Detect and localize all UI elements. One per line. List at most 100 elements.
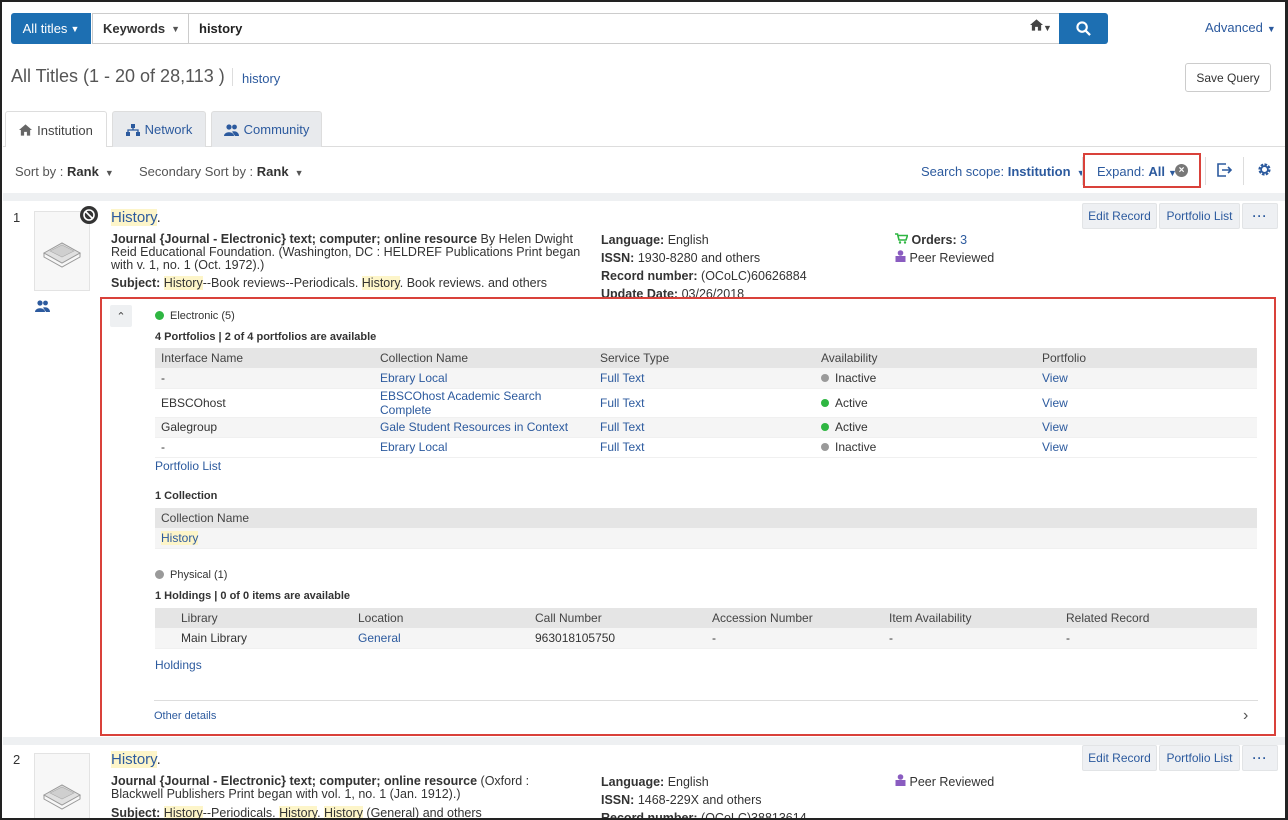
tab-network[interactable]: Network bbox=[112, 111, 206, 147]
edit-record-button[interactable]: Edit Record bbox=[1082, 745, 1157, 771]
journal-icon bbox=[42, 784, 82, 810]
record-thumbnail[interactable] bbox=[34, 211, 90, 291]
record-orders: Orders: 3 Peer Reviewed bbox=[895, 231, 994, 267]
separator-band bbox=[3, 193, 1285, 201]
service-link[interactable]: Full Text bbox=[600, 371, 644, 385]
expand-select[interactable]: Expand: All ▼ bbox=[1097, 164, 1177, 179]
advanced-search-link[interactable]: Advanced ▼ bbox=[1205, 20, 1276, 35]
sort-select[interactable]: Sort by : Rank ▼ bbox=[15, 164, 114, 179]
collection-link[interactable]: History bbox=[161, 530, 199, 545]
home-icon bbox=[1030, 19, 1043, 31]
view-link[interactable]: View bbox=[1042, 396, 1068, 410]
divider bbox=[232, 68, 233, 86]
caret-down-icon: ▼ bbox=[294, 168, 304, 178]
community-icon[interactable] bbox=[35, 300, 50, 315]
record-number: 2 bbox=[13, 752, 21, 767]
tab-community[interactable]: Community bbox=[211, 111, 322, 147]
record-subject: Subject: History--Book reviews--Periodic… bbox=[111, 276, 548, 290]
status-dot bbox=[821, 398, 829, 407]
status-dot bbox=[821, 373, 829, 382]
export-icon[interactable] bbox=[1217, 163, 1233, 180]
service-link[interactable]: Full Text bbox=[600, 396, 644, 410]
portfolios-table: Interface Name Collection Name Service T… bbox=[155, 348, 1257, 458]
tab-institution[interactable]: Institution bbox=[5, 111, 107, 148]
portfolio-list-link[interactable]: Portfolio List bbox=[155, 459, 221, 473]
chevron-right-icon[interactable]: › bbox=[1243, 707, 1248, 725]
record-number: 1 bbox=[13, 210, 21, 225]
service-link[interactable]: Full Text bbox=[600, 440, 644, 454]
status-dot bbox=[155, 311, 164, 320]
table-row: - Ebrary Local Full Text Inactive View bbox=[155, 437, 1257, 458]
table-row: EBSCOhost EBSCOhost Academic Search Comp… bbox=[155, 388, 1257, 418]
search-icon bbox=[1076, 21, 1091, 36]
search-field-select[interactable]: Keywords ▼ bbox=[92, 13, 189, 44]
portfolio-list-button[interactable]: Portfolio List bbox=[1159, 203, 1240, 229]
table-row: Main Library General 963018105750 - - - bbox=[155, 628, 1257, 649]
more-actions-button[interactable]: ··· bbox=[1242, 203, 1278, 229]
separator-band bbox=[3, 737, 1285, 745]
record-meta: Language: English ISSN: 1468-229X and ot… bbox=[601, 775, 807, 820]
table-header: Collection Name bbox=[155, 508, 1257, 528]
record-peer: Peer Reviewed bbox=[895, 773, 994, 791]
holdings-table: Library Location Call Number Accession N… bbox=[155, 608, 1257, 649]
clear-expand-icon[interactable]: × bbox=[1175, 164, 1188, 177]
table-row: History bbox=[155, 528, 1257, 549]
search-scope-button[interactable]: All titles ▼ bbox=[11, 13, 91, 44]
community-icon bbox=[223, 123, 239, 136]
collection-link[interactable]: Ebrary Local bbox=[380, 371, 447, 385]
collection-link[interactable]: EBSCOhost Academic Search Complete bbox=[380, 389, 541, 417]
status-dot bbox=[821, 423, 829, 431]
record-description: Journal {Journal - Electronic} text; com… bbox=[111, 774, 530, 801]
table-header: Interface Name Collection Name Service T… bbox=[155, 348, 1257, 368]
service-link[interactable]: Full Text bbox=[600, 420, 644, 434]
record-title[interactable]: History. bbox=[111, 209, 161, 226]
collection-link[interactable]: Gale Student Resources in Context bbox=[380, 420, 568, 434]
table-row: - Ebrary Local Full Text Inactive View bbox=[155, 368, 1257, 389]
secondary-sort-select[interactable]: Secondary Sort by : Rank ▼ bbox=[139, 164, 304, 179]
table-row: Galegroup Gale Student Resources in Cont… bbox=[155, 417, 1257, 438]
divider bbox=[1243, 157, 1244, 185]
collapse-button[interactable]: ⌃ bbox=[110, 305, 132, 327]
peer-reviewed-icon bbox=[895, 250, 906, 262]
record-meta: Language: English ISSN: 1930-8280 and ot… bbox=[601, 233, 807, 299]
home-scope-select[interactable]: ▼ bbox=[1030, 19, 1052, 34]
record-subject: Subject: History--Periodicals. History. … bbox=[111, 806, 482, 820]
save-query-button[interactable]: Save Query bbox=[1185, 63, 1271, 92]
more-icon: ··· bbox=[1252, 209, 1268, 223]
cart-icon bbox=[895, 233, 909, 244]
caret-down-icon: ▼ bbox=[104, 168, 114, 178]
search-button[interactable] bbox=[1059, 13, 1108, 44]
status-dot bbox=[155, 570, 164, 579]
journal-icon bbox=[42, 242, 82, 268]
collection-summary: 1 Collection bbox=[155, 490, 218, 502]
view-link[interactable]: View bbox=[1042, 371, 1068, 385]
query-link[interactable]: history bbox=[242, 71, 280, 86]
other-details-link[interactable]: Other details bbox=[154, 710, 216, 722]
table-header: Library Location Call Number Accession N… bbox=[155, 608, 1257, 628]
collection-table: Collection Name History bbox=[155, 508, 1257, 549]
holdings-link[interactable]: Holdings bbox=[155, 658, 202, 672]
view-link[interactable]: View bbox=[1042, 440, 1068, 454]
collection-link[interactable]: Ebrary Local bbox=[380, 440, 447, 454]
record-title[interactable]: History. bbox=[111, 751, 161, 768]
physical-section-label: Physical (1) bbox=[155, 569, 227, 581]
search-input[interactable]: history bbox=[189, 13, 1060, 44]
view-link[interactable]: View bbox=[1042, 420, 1068, 434]
home-icon bbox=[19, 124, 33, 136]
record-description: Journal {Journal - Electronic} text; com… bbox=[111, 232, 581, 272]
status-dot bbox=[821, 443, 829, 451]
divider bbox=[1205, 157, 1206, 185]
location-link[interactable]: General bbox=[358, 631, 401, 645]
results-title: All Titles (1 - 20 of 28,113 ) bbox=[11, 66, 225, 86]
more-icon: ··· bbox=[1252, 751, 1268, 765]
gear-icon[interactable] bbox=[1257, 162, 1272, 180]
holdings-summary: 1 Holdings | 0 of 0 items are available bbox=[155, 590, 351, 602]
no-access-icon bbox=[80, 206, 98, 224]
network-icon bbox=[125, 123, 140, 136]
record-thumbnail[interactable] bbox=[34, 753, 90, 820]
more-actions-button[interactable]: ··· bbox=[1242, 745, 1278, 771]
portfolio-list-button[interactable]: Portfolio List bbox=[1159, 745, 1240, 771]
caret-down-icon: ▼ bbox=[70, 23, 80, 34]
edit-record-button[interactable]: Edit Record bbox=[1082, 203, 1157, 229]
search-scope-select[interactable]: Search scope: Institution▼ bbox=[921, 164, 1085, 179]
